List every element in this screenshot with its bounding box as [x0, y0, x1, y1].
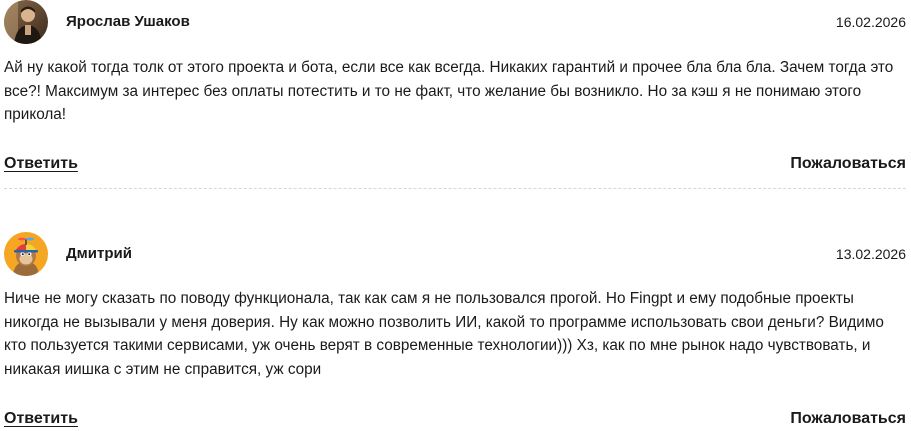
- author-name: Ярослав Ушаков: [66, 13, 190, 30]
- comment-header: Ярослав Ушаков 16.02.2026: [0, 0, 911, 44]
- reply-link[interactable]: Ответить: [4, 153, 78, 175]
- monkey-cap-avatar-icon: [4, 232, 48, 276]
- reply-link[interactable]: Ответить: [4, 408, 78, 430]
- comment-actions: Ответить Пожаловаться: [4, 153, 906, 175]
- report-link[interactable]: Пожаловаться: [790, 408, 906, 430]
- report-link[interactable]: Пожаловаться: [790, 153, 906, 175]
- author-name: Дмитрий: [66, 245, 132, 262]
- avatar[interactable]: [4, 0, 48, 44]
- comment: Дмитрий 13.02.2026 Ниче не могу сказать …: [0, 232, 911, 427]
- avatar[interactable]: [4, 232, 48, 276]
- comment: Ярослав Ушаков 16.02.2026 Ай ну какой то…: [0, 0, 911, 189]
- comment-header: Дмитрий 13.02.2026: [0, 232, 911, 276]
- comment-actions: Ответить Пожаловаться: [4, 408, 906, 430]
- comment-text: Ай ну какой тогда толк от этого проекта …: [4, 59, 894, 123]
- comment-text: Ниче не могу сказать по поводу функциона…: [4, 290, 884, 378]
- comment-date: 13.02.2026: [835, 246, 906, 262]
- comment-date: 16.02.2026: [835, 14, 906, 30]
- comment-divider: [4, 188, 906, 189]
- user-photo-icon: [4, 0, 48, 44]
